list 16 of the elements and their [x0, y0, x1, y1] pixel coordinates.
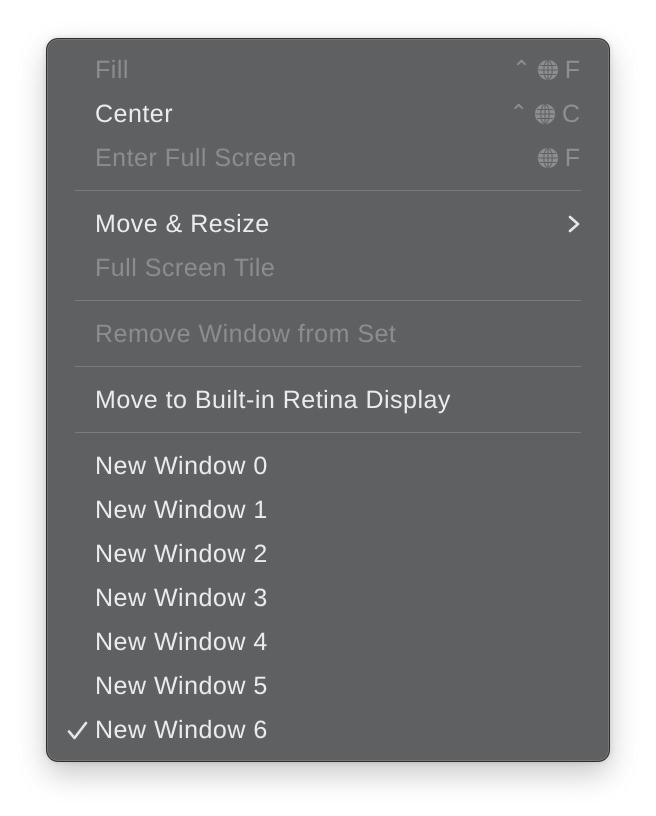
- menu-item[interactable]: New Window 6: [95, 715, 580, 745]
- menu-item[interactable]: New Window 2: [95, 539, 580, 569]
- globe-icon: [538, 60, 558, 80]
- menu-item[interactable]: New Window 0: [95, 451, 580, 481]
- globe-icon: [538, 148, 558, 168]
- shortcut-modifier: ⌃: [512, 56, 531, 84]
- menu-item[interactable]: Move to Built-in Retina Display: [95, 385, 580, 415]
- menu-item[interactable]: Move & Resize: [95, 209, 568, 239]
- menu-item[interactable]: Center: [95, 99, 510, 129]
- menu-item[interactable]: New Window 4: [95, 627, 580, 657]
- menu-item[interactable]: New Window 3: [95, 583, 580, 613]
- menu-item[interactable]: New Window 5: [95, 671, 580, 701]
- globe-icon: [534, 104, 555, 124]
- menu-item[interactable]: New Window 1: [95, 495, 580, 525]
- chevron-right-icon: [568, 215, 580, 233]
- shortcut-modifier: ⌃: [510, 100, 528, 128]
